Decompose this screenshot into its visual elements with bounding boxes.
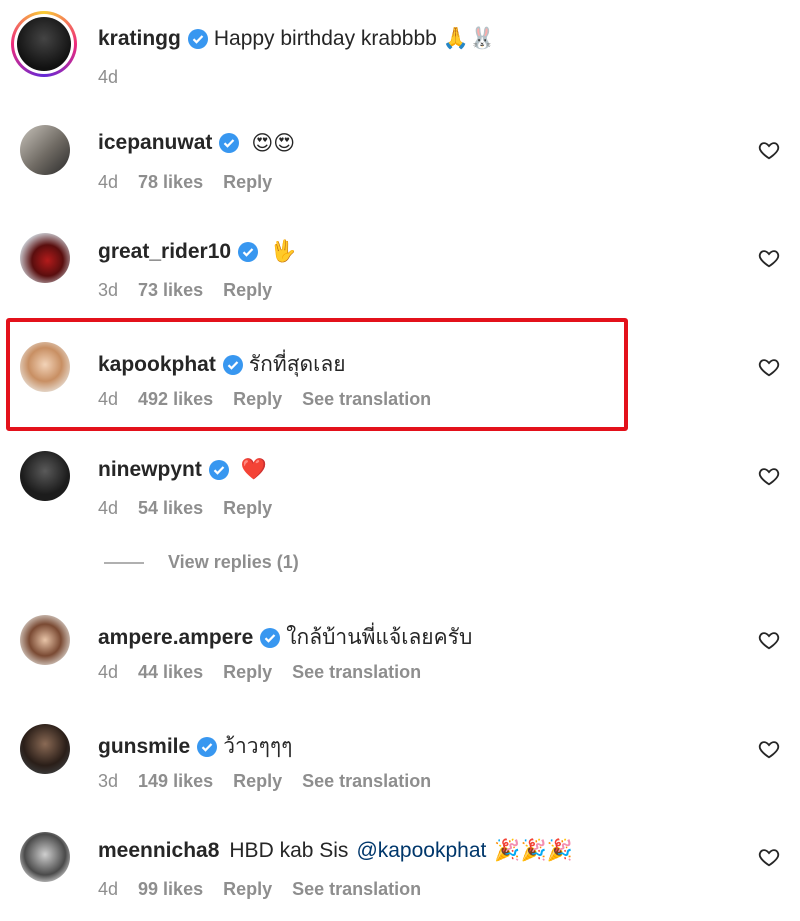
likes-count[interactable]: 73 likes: [138, 280, 203, 301]
comment-item: ninewpynt ❤️ 4d 54 likes Reply: [0, 451, 800, 551]
reply-button[interactable]: Reply: [223, 280, 272, 301]
comment-text: ว้าวๆๆๆ: [223, 735, 293, 758]
replies-divider: [104, 561, 144, 564]
username[interactable]: ninewpynt: [98, 458, 202, 482]
comment-text: รักที่สุดเลย: [248, 353, 346, 376]
likes-count[interactable]: 78 likes: [138, 172, 203, 193]
view-replies-label: View replies (1): [168, 552, 299, 572]
comment-item: kratingg Happy birthday krabbbb 🙏🐰 4d: [0, 11, 800, 120]
comment-time[interactable]: 3d: [98, 771, 118, 792]
likes-count[interactable]: 492 likes: [138, 389, 213, 410]
avatar[interactable]: [20, 342, 70, 392]
verified-badge-icon: [260, 627, 281, 648]
comment-time[interactable]: 3d: [98, 280, 118, 301]
likes-count[interactable]: 149 likes: [138, 771, 213, 792]
like-heart-icon[interactable]: [758, 465, 780, 487]
like-heart-icon[interactable]: [758, 738, 780, 760]
comment-time[interactable]: 4d: [98, 389, 118, 410]
like-heart-icon[interactable]: [758, 846, 780, 868]
comment-time[interactable]: 4d: [98, 67, 118, 88]
see-translation-link[interactable]: See translation: [292, 662, 421, 683]
username[interactable]: meennicha8: [98, 839, 219, 863]
verified-badge-icon: [187, 28, 208, 49]
like-heart-icon[interactable]: [758, 139, 780, 161]
verified-badge-icon: [238, 241, 259, 262]
reply-button[interactable]: Reply: [233, 771, 282, 792]
like-heart-icon[interactable]: [758, 247, 780, 269]
username[interactable]: great_rider10: [98, 240, 231, 264]
like-heart-icon[interactable]: [758, 629, 780, 651]
username[interactable]: kratingg: [98, 27, 181, 51]
comment-emoji: 😍😍: [251, 131, 296, 155]
comment-time[interactable]: 4d: [98, 879, 118, 900]
see-translation-link[interactable]: See translation: [302, 389, 431, 410]
comment-text: Happy birthday krabbbb: [213, 26, 437, 50]
comment-item: kapookphat รักที่สุดเลย 4d 492 likes Rep…: [0, 342, 800, 442]
comment-item: icepanuwat 😍😍 4d 78 likes Reply: [0, 125, 800, 225]
verified-badge-icon: [222, 354, 243, 375]
comment-text: ใกล้บ้านพี่แจ้เลยครับ: [286, 626, 473, 649]
likes-count[interactable]: 99 likes: [138, 879, 203, 900]
see-translation-link[interactable]: See translation: [302, 771, 431, 792]
mention-link[interactable]: @kapookphat: [356, 839, 486, 863]
comment-emoji: ❤️: [240, 457, 267, 481]
reply-button[interactable]: Reply: [223, 172, 272, 193]
avatar[interactable]: [20, 233, 70, 283]
verified-badge-icon: [219, 133, 240, 153]
verified-badge-icon: [197, 736, 218, 757]
username[interactable]: gunsmile: [98, 735, 190, 759]
reply-button[interactable]: Reply: [223, 498, 272, 519]
comment-emoji: 🖖: [270, 239, 297, 263]
avatar[interactable]: [20, 451, 70, 501]
comment-time[interactable]: 4d: [98, 172, 118, 193]
avatar[interactable]: [20, 724, 70, 774]
view-replies-button[interactable]: View replies (1): [104, 552, 299, 573]
verified-badge-icon: [208, 459, 229, 480]
avatar-story-ring[interactable]: [11, 11, 77, 77]
comment-item: meennicha8 HBD kab Sis @kapookphat 🎉🎉🎉 4…: [0, 832, 800, 921]
comment-emoji: 🙏🐰: [442, 26, 496, 50]
see-translation-link[interactable]: See translation: [292, 879, 421, 900]
reply-button[interactable]: Reply: [223, 662, 272, 683]
comment-item: gunsmile ว้าวๆๆๆ 3d 149 likes Reply See …: [0, 724, 800, 824]
comment-time[interactable]: 4d: [98, 498, 118, 519]
like-heart-icon[interactable]: [758, 356, 780, 378]
comment-item: ampere.ampere ใกล้บ้านพี่แจ้เลยครับ 4d 4…: [0, 615, 800, 715]
avatar[interactable]: [20, 832, 70, 882]
avatar[interactable]: [20, 615, 70, 665]
comment-time[interactable]: 4d: [98, 662, 118, 683]
reply-button[interactable]: Reply: [233, 389, 282, 410]
likes-count[interactable]: 54 likes: [138, 498, 203, 519]
username[interactable]: kapookphat: [98, 353, 216, 377]
username[interactable]: icepanuwat: [98, 131, 212, 155]
comment-emoji: 🎉🎉🎉: [494, 838, 573, 862]
reply-button[interactable]: Reply: [223, 879, 272, 900]
avatar: [17, 17, 71, 71]
comment-text: HBD kab Sis: [229, 838, 349, 862]
avatar[interactable]: [20, 125, 70, 175]
likes-count[interactable]: 44 likes: [138, 662, 203, 683]
username[interactable]: ampere.ampere: [98, 626, 253, 650]
